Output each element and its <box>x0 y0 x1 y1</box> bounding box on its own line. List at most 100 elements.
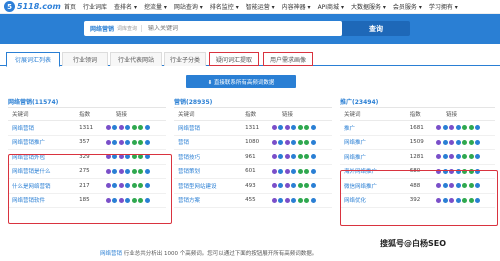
nav-item[interactable]: 会员服务 ▾ <box>393 2 422 11</box>
search-engine-icon[interactable] <box>105 125 111 131</box>
search-engine-icon[interactable] <box>475 125 481 131</box>
nav-item[interactable]: 内容神器 ▾ <box>282 2 311 11</box>
panel-title[interactable]: 推广(23494) <box>340 97 378 106</box>
search-engine-icon[interactable] <box>138 125 144 131</box>
search-engine-icon[interactable] <box>468 139 474 145</box>
search-engine-icon[interactable] <box>284 197 290 203</box>
search-engine-icon[interactable] <box>271 197 277 203</box>
tab-industry-subcategory[interactable]: 行业子分类 <box>164 52 206 66</box>
search-engine-icon[interactable] <box>278 154 284 160</box>
keyword-link[interactable]: 网络推广 <box>344 138 366 146</box>
search-engine-icon[interactable] <box>291 125 297 131</box>
search-engine-icon[interactable] <box>278 125 284 131</box>
keyword-link[interactable]: 网络营销 <box>178 124 200 132</box>
search-engine-icon[interactable] <box>442 139 448 145</box>
search-engine-icon[interactable] <box>284 139 290 145</box>
keyword-link[interactable]: 营销策划 <box>178 167 200 175</box>
search-engine-icon[interactable] <box>468 154 474 160</box>
search-engine-icon[interactable] <box>468 125 474 131</box>
site-logo[interactable]: 5 5118.com <box>4 1 64 12</box>
nav-item[interactable]: 智能运营 ▾ <box>246 2 275 11</box>
nav-item[interactable]: 大数据服务 ▾ <box>351 2 386 11</box>
search-engine-icon[interactable] <box>112 125 118 131</box>
search-engine-icon[interactable] <box>455 154 461 160</box>
search-engine-icon[interactable] <box>297 183 303 189</box>
search-engine-icon[interactable] <box>297 197 303 203</box>
search-engine-icon[interactable] <box>125 139 131 145</box>
search-engine-icon[interactable] <box>125 125 131 131</box>
search-engine-icon[interactable] <box>462 125 468 131</box>
search-engine-icon[interactable] <box>304 183 310 189</box>
search-engine-icon[interactable] <box>462 154 468 160</box>
search-engine-icon[interactable] <box>475 154 481 160</box>
keyword-link[interactable]: 网络推广 <box>344 153 366 161</box>
search-engine-icon[interactable] <box>310 183 316 189</box>
tab-industry-words[interactable]: 行业领词 <box>62 52 108 66</box>
search-engine-icon[interactable] <box>278 139 284 145</box>
nav-item[interactable]: 行业词库 <box>83 2 107 11</box>
search-engine-icon[interactable] <box>118 139 124 145</box>
search-engine-icon[interactable] <box>284 154 290 160</box>
keyword-link[interactable]: 营销技巧 <box>178 153 200 161</box>
search-engine-icon[interactable] <box>271 154 277 160</box>
search-engine-icon[interactable] <box>291 183 297 189</box>
search-engine-icon[interactable] <box>304 197 310 203</box>
search-engine-icon[interactable] <box>442 154 448 160</box>
search-engine-icon[interactable] <box>297 154 303 160</box>
keyword-link[interactable]: 营销方案 <box>178 196 200 204</box>
nav-item[interactable]: 排名监控 ▾ <box>210 2 239 11</box>
search-engine-icon[interactable] <box>462 139 468 145</box>
search-engine-icon[interactable] <box>291 139 297 145</box>
search-engine-icon[interactable] <box>118 125 124 131</box>
download-all-button[interactable]: ⬇ 直接联系所有高频词数据 <box>186 75 296 88</box>
panel-title[interactable]: 网络营销(11574) <box>8 97 58 106</box>
keyword-link[interactable]: 网络营销 <box>12 124 34 132</box>
nav-item[interactable]: 网站查询 ▾ <box>174 2 203 11</box>
search-engine-icon[interactable] <box>436 139 442 145</box>
keyword-link[interactable]: 推广 <box>344 124 355 132</box>
search-engine-icon[interactable] <box>297 139 303 145</box>
search-scope-tag[interactable]: 网络营销 <box>90 24 114 33</box>
search-engine-icon[interactable] <box>271 168 277 174</box>
keyword-link[interactable]: 营销型网站建设 <box>178 182 217 190</box>
search-engine-icon[interactable] <box>310 139 316 145</box>
search-engine-icon[interactable] <box>291 197 297 203</box>
search-engine-icon[interactable] <box>284 125 290 131</box>
search-engine-icon[interactable] <box>304 168 310 174</box>
nav-item[interactable]: 首页 <box>64 2 76 11</box>
tab-question-words[interactable]: 疑问词汇提取 <box>209 52 259 66</box>
search-engine-icon[interactable] <box>297 125 303 131</box>
search-engine-icon[interactable] <box>131 125 137 131</box>
search-engine-icon[interactable] <box>449 154 455 160</box>
search-engine-icon[interactable] <box>284 168 290 174</box>
keyword-link[interactable]: 营销 <box>178 138 189 146</box>
footer-keyword[interactable]: 网络营销 <box>100 251 122 257</box>
search-engine-icon[interactable] <box>310 125 316 131</box>
search-engine-icon[interactable] <box>138 139 144 145</box>
search-engine-icon[interactable] <box>310 154 316 160</box>
keyword-link[interactable]: 网络营销推广 <box>12 138 45 146</box>
nav-item[interactable]: 挖流量 ▾ <box>144 2 167 11</box>
search-engine-icon[interactable] <box>144 125 150 131</box>
search-engine-icon[interactable] <box>144 139 150 145</box>
search-engine-icon[interactable] <box>455 139 461 145</box>
search-engine-icon[interactable] <box>271 183 277 189</box>
search-engine-icon[interactable] <box>278 168 284 174</box>
search-engine-icon[interactable] <box>291 168 297 174</box>
tab-user-demand[interactable]: 用户需求画像 <box>263 52 313 66</box>
search-engine-icon[interactable] <box>436 125 442 131</box>
tab-industry-sites[interactable]: 行业代表网站 <box>110 52 162 66</box>
search-input[interactable] <box>148 25 319 32</box>
search-engine-icon[interactable] <box>455 125 461 131</box>
search-engine-icon[interactable] <box>475 139 481 145</box>
search-engine-icon[interactable] <box>449 139 455 145</box>
nav-item[interactable]: 学习拥有 ▾ <box>429 2 458 11</box>
search-engine-icon[interactable] <box>278 183 284 189</box>
nav-item[interactable]: 查排名 ▾ <box>114 2 137 11</box>
search-engine-icon[interactable] <box>304 139 310 145</box>
search-engine-icon[interactable] <box>112 139 118 145</box>
nav-item[interactable]: API商城 ▾ <box>318 2 344 11</box>
search-engine-icon[interactable] <box>131 139 137 145</box>
search-engine-icon[interactable] <box>442 125 448 131</box>
search-engine-icon[interactable] <box>449 125 455 131</box>
